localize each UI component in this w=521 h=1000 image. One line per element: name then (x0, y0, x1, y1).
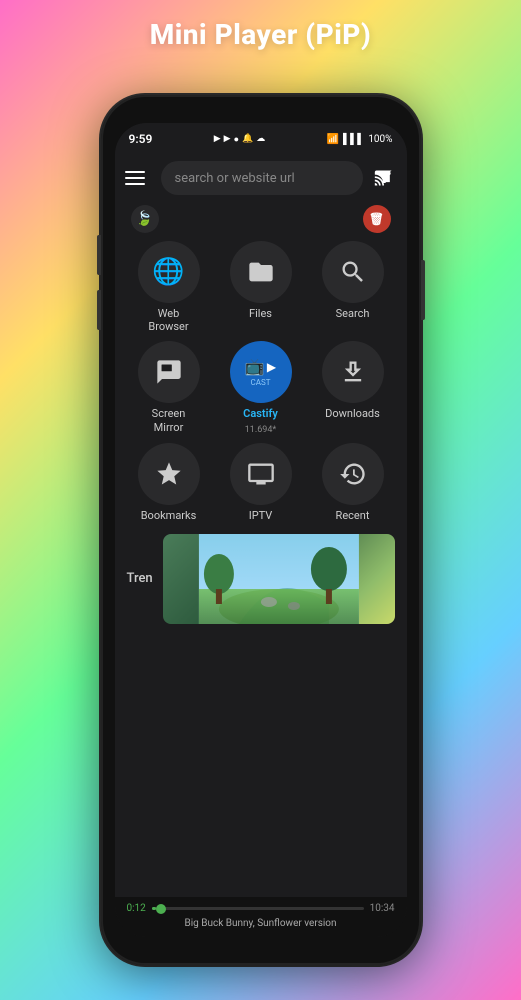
castify-inner: 📺 ▶ CAST (230, 341, 292, 403)
cast-button[interactable] (371, 165, 397, 191)
app-item-web-browser[interactable]: 🌐 WebBrowser (127, 241, 211, 333)
files-icon (230, 241, 292, 303)
play-status-icon: ▶ (214, 134, 221, 144)
app-item-iptv[interactable]: IPTV (219, 443, 303, 522)
hamburger-line-2 (125, 177, 145, 179)
status-middle-icons: ▶ ▶ ● 🔔 ☁ (214, 134, 266, 145)
time-total: 10:34 (370, 903, 395, 914)
wifi-icon: 📶 (327, 134, 339, 145)
trending-section: Tren (115, 526, 407, 628)
status-bar: 9:59 ▶ ▶ ● 🔔 ☁ 📶 ▌▌▌ 100% (115, 123, 407, 155)
search-label: Search (336, 307, 370, 320)
indicator-row: 🍃 🗑 (115, 201, 407, 237)
castify-sublabel: 11.694* (245, 425, 277, 435)
volume-down-button[interactable] (97, 290, 101, 330)
app-item-bookmarks[interactable]: Bookmarks (127, 443, 211, 522)
youtube-icon: ▶ (224, 134, 231, 144)
screen-mirror-icon (138, 341, 200, 403)
app-item-search[interactable]: Search (311, 241, 395, 333)
search-bar-row: search or website url (115, 155, 407, 201)
notification-icon: 🔔 (242, 134, 253, 144)
content-area: 🍃 🗑 🌐 WebBrowser (115, 201, 407, 897)
dot-icon: ● (234, 134, 239, 145)
trending-label: Tren (127, 571, 153, 586)
page-title: Mini Player (PiP) (0, 18, 521, 51)
leaf-icon: 🍃 (136, 211, 153, 227)
now-playing-label: Big Buck Bunny, Sunflower version (127, 918, 395, 929)
power-button[interactable] (421, 260, 425, 320)
search-icon (322, 241, 384, 303)
castify-icons: 📺 ▶ (245, 357, 276, 376)
cloud-icon: ☁ (256, 134, 265, 144)
app-item-downloads[interactable]: Downloads (311, 341, 395, 434)
status-right-icons: 📶 ▌▌▌ 100% (327, 134, 393, 145)
progress-track[interactable] (152, 907, 364, 910)
castify-badge: CAST (251, 378, 271, 387)
volume-up-button[interactable] (97, 235, 101, 275)
iptv-icon (230, 443, 292, 505)
search-input[interactable]: search or website url (161, 161, 363, 195)
time-current: 0:12 (127, 903, 146, 914)
castify-icon: 📺 ▶ CAST (230, 341, 292, 403)
screen-mirror-label: ScreenMirror (152, 407, 186, 433)
app-grid: 🌐 WebBrowser Files (115, 237, 407, 526)
web-browser-label: WebBrowser (148, 307, 188, 333)
hamburger-menu-button[interactable] (125, 164, 153, 192)
app-item-recent[interactable]: Recent (311, 443, 395, 522)
bookmarks-icon (138, 443, 200, 505)
phone-screen: 9:59 ▶ ▶ ● 🔔 ☁ 📶 ▌▌▌ 100% search o (115, 123, 407, 937)
bottom-player: 0:12 10:34 Big Buck Bunny, Sunflower ver… (115, 897, 407, 937)
iptv-label: IPTV (249, 509, 273, 522)
files-label: Files (249, 307, 272, 320)
search-placeholder: search or website url (175, 171, 295, 186)
app-item-files[interactable]: Files (219, 241, 303, 333)
app-item-screen-mirror[interactable]: ScreenMirror (127, 341, 211, 434)
downloads-label: Downloads (325, 407, 380, 420)
bookmarks-label: Bookmarks (141, 509, 197, 522)
battery-label: 100% (368, 134, 392, 145)
app-item-castify[interactable]: 📺 ▶ CAST Castify 11.694* (219, 341, 303, 434)
green-indicator: 🍃 (131, 205, 159, 233)
trash-icon: 🗑 (369, 212, 384, 226)
status-time: 9:59 (129, 132, 153, 146)
signal-icon: ▌▌▌ (343, 134, 364, 145)
phone-container: 9:59 ▶ ▶ ● 🔔 ☁ 📶 ▌▌▌ 100% search o (101, 95, 421, 965)
progress-dot (156, 904, 166, 914)
downloads-icon (322, 341, 384, 403)
red-indicator: 🗑 (363, 205, 391, 233)
hamburger-line-1 (125, 171, 145, 173)
castify-label: Castify (243, 407, 278, 420)
progress-bar-row: 0:12 10:34 (127, 903, 395, 914)
trending-thumbnail[interactable] (163, 534, 395, 624)
web-browser-icon: 🌐 (138, 241, 200, 303)
hamburger-line-3 (125, 183, 145, 185)
recent-icon (322, 443, 384, 505)
recent-label: Recent (336, 509, 370, 522)
